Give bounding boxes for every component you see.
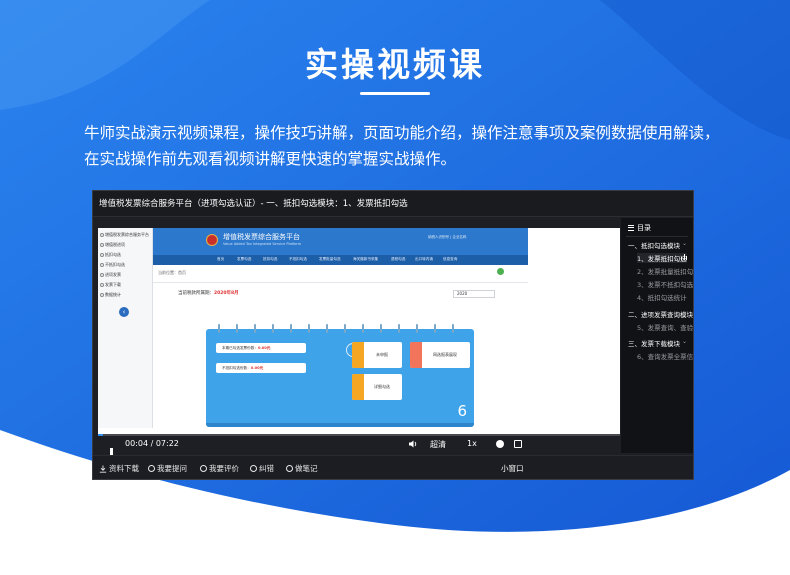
video-sidebar-item: 增值税发票综合服务平台 xyxy=(100,231,149,239)
title-underline xyxy=(360,92,430,95)
calendar-ring xyxy=(452,324,454,333)
player-toolbar: 资料下载 我要提问 我要评价 纠错 做笔记 小窗口 xyxy=(93,455,693,479)
calendar-ring xyxy=(218,324,220,333)
video-sidebar-item: 增值税进项 xyxy=(100,241,125,249)
speed-button[interactable]: 1x xyxy=(467,439,477,448)
tax-period: 当前税款所属期：2020年8月 xyxy=(178,291,239,296)
video-nav-item: 发票批量勾选 xyxy=(319,257,341,261)
card-unreported: 未申报 xyxy=(352,342,402,368)
video-breadcrumb: 当前位置：首页 xyxy=(158,270,186,275)
catalog-section[interactable]: 一、抵扣勾选模块 xyxy=(628,240,680,250)
video-sidebar-item: 发票下载 xyxy=(100,281,121,289)
note-button[interactable]: 做笔记 xyxy=(286,463,318,474)
year-select: 2020 xyxy=(453,290,495,298)
download-icon xyxy=(99,465,107,473)
calendar-ring xyxy=(308,324,310,333)
chevron-down-icon[interactable]: ⌄ xyxy=(682,309,687,316)
fullscreen-icon[interactable] xyxy=(514,440,522,448)
calendar-ring xyxy=(254,324,256,333)
time-display: 00:04 / 07:22 xyxy=(125,439,179,448)
catalog-item[interactable]: 2、发票批量抵扣勾选 xyxy=(637,266,693,276)
video-nav-item: 不抵扣勾选 xyxy=(289,257,307,261)
video-header-user: 纳税人识别号 | 企业名称 xyxy=(428,235,467,239)
calendar-ring xyxy=(290,324,292,333)
stat-row: 不抵扣勾选份数：0.00元 xyxy=(216,363,306,373)
progress-bar[interactable] xyxy=(98,434,620,436)
calendar-panel: 本期已勾选发票份数：0.00元 不抵扣勾选份数：0.00元 未申报 网选报表展现… xyxy=(206,324,474,427)
video-player: 增值税发票综合服务平台（进项勾选认证）- 一、抵扣勾选模块：1、发票抵扣勾选 增… xyxy=(92,190,694,480)
chevron-down-icon[interactable]: ⌄ xyxy=(682,338,687,345)
emblem-icon xyxy=(206,234,218,246)
playing-icon xyxy=(681,254,688,260)
volume-icon[interactable] xyxy=(408,439,418,449)
question-icon xyxy=(148,465,155,472)
video-nav-item: 出口转内销 xyxy=(415,257,433,261)
video-sidebar-item: 不抵扣勾选 xyxy=(100,261,125,269)
video-sidebar-item: 数据统计 xyxy=(100,291,121,299)
stat-row: 本期已勾选发票份数：0.00元 xyxy=(216,343,306,353)
video-nav-item: 抵扣勾选 xyxy=(263,257,278,261)
review-button[interactable]: 我要评价 xyxy=(200,463,239,474)
video-header-subtitle: Value Added Tax Integrated Service Platf… xyxy=(223,242,302,246)
error-icon xyxy=(250,465,257,472)
page-title: 实操视频课 xyxy=(305,45,485,84)
error-report-button[interactable]: 纠错 xyxy=(250,463,274,474)
catalog-item-active[interactable]: 1、发票抵扣勾选 xyxy=(637,253,687,263)
catalog-section[interactable]: 三、发票下载模块 xyxy=(628,338,680,348)
video-header-title: 增值税发票综合服务平台 xyxy=(223,233,300,241)
status-check-icon xyxy=(497,268,504,275)
chevron-down-icon[interactable]: ⌄ xyxy=(682,240,687,247)
catalog-heading: 目录 xyxy=(628,223,651,233)
card-report: 网选报表展现 xyxy=(410,342,470,368)
video-nav: 首页 发票勾选 抵扣勾选 不抵扣勾选 发票批量勾选 海关缴款书采集 退税勾选 出… xyxy=(153,255,528,265)
divider xyxy=(626,236,688,237)
mini-window-button[interactable]: 小窗口 xyxy=(501,463,524,474)
calendar-ring xyxy=(362,324,364,333)
card-detail: 详细勾选 xyxy=(352,374,402,400)
calendar-ring xyxy=(272,324,274,333)
video-nav-item: 首页 xyxy=(217,257,225,261)
video-nav-item: 海关缴款书采集 xyxy=(353,257,379,261)
page-number: 6 xyxy=(457,402,467,420)
catalog-panel: 目录 一、抵扣勾选模块 ⌄ 1、发票抵扣勾选 2、发票批量抵扣勾选 3、发票不抵… xyxy=(621,218,693,453)
video-sidebar-item: 抵扣勾选 xyxy=(100,251,121,259)
video-sidebar: 增值税发票综合服务平台 增值税进项 抵扣勾选 不抵扣勾选 进项发票 发票下载 数… xyxy=(98,228,153,428)
calendar-ring xyxy=(236,324,238,333)
video-sidebar-item: 进项发票 xyxy=(100,271,121,279)
list-icon xyxy=(628,225,634,231)
catalog-item[interactable]: 3、发票不抵扣勾选 xyxy=(637,279,693,289)
divider xyxy=(153,282,528,283)
back-arrow-icon: ‹ xyxy=(119,307,129,317)
player-controls: 00:04 / 07:22 超清 1x xyxy=(98,434,620,475)
gear-icon[interactable] xyxy=(496,440,504,448)
comment-icon xyxy=(200,465,207,472)
quality-button[interactable]: 超清 xyxy=(430,439,446,450)
player-title: 增值税发票综合服务平台（进项勾选认证）- 一、抵扣勾选模块：1、发票抵扣勾选 xyxy=(93,191,693,217)
calendar-ring xyxy=(326,324,328,333)
calendar-ring xyxy=(344,324,346,333)
video-nav-item: 发票勾选 xyxy=(237,257,252,261)
catalog-item[interactable]: 6、查询发票全票信息 xyxy=(637,351,693,361)
ask-button[interactable]: 我要提问 xyxy=(148,463,187,474)
progress-fill xyxy=(98,434,103,436)
catalog-item[interactable]: 5、发票查询、查验 xyxy=(637,322,693,332)
calendar-ring xyxy=(380,324,382,333)
video-screen[interactable]: 增值税发票综合服务平台 增值税进项 抵扣勾选 不抵扣勾选 进项发票 发票下载 数… xyxy=(98,228,620,434)
video-header: 增值税发票综合服务平台 Value Added Tax Integrated S… xyxy=(153,228,528,255)
pause-icon[interactable] xyxy=(110,441,118,475)
calendar-ring xyxy=(416,324,418,333)
intro-text: 牛师实战演示视频课程，操作技巧讲解，页面功能介绍，操作注意事项及案例数据使用解读… xyxy=(84,124,720,168)
video-nav-item: 退税勾选 xyxy=(391,257,406,261)
calendar-ring xyxy=(434,324,436,333)
catalog-item[interactable]: 4、抵扣勾选统计 xyxy=(637,292,687,302)
download-button[interactable]: 资料下载 xyxy=(99,463,139,474)
calendar-ring xyxy=(398,324,400,333)
pencil-icon xyxy=(286,465,293,472)
video-nav-item: 信息查询 xyxy=(443,257,458,261)
